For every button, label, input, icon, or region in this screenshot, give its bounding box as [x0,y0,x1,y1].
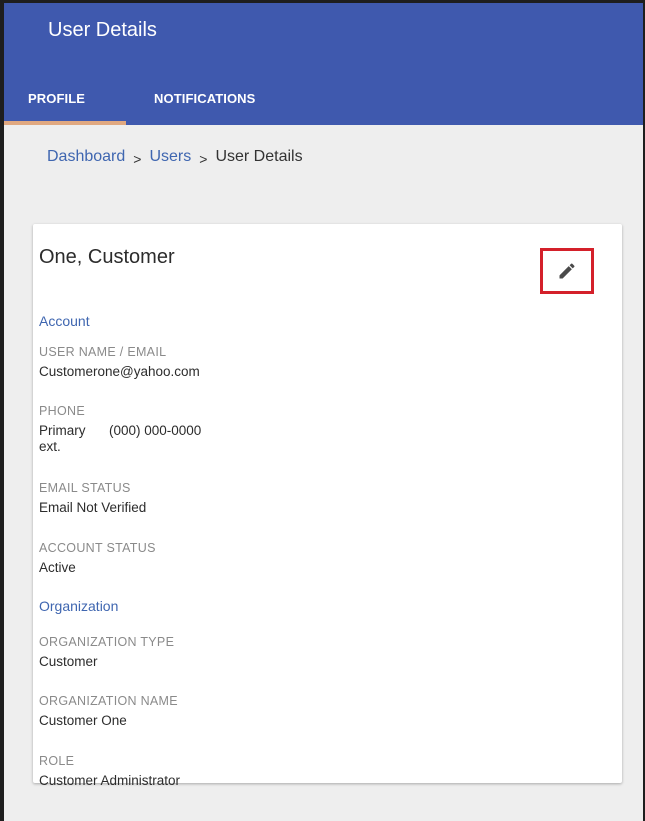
breadcrumb: Dashboard > Users > User Details [47,148,303,167]
breadcrumb-separator-icon: > [133,151,142,167]
app-window: User Details PROFILE NOTIFICATIONS Dashb… [0,0,645,821]
active-tab-indicator [4,121,126,125]
page-title: User Details [48,19,157,41]
phone-type: Primary [39,423,86,438]
breadcrumb-dashboard-link[interactable]: Dashboard [47,148,125,166]
phone-label: PHONE [39,404,85,418]
organization-name-label: ORGANIZATION NAME [39,694,178,708]
username-value: Customerone@yahoo.com [39,364,200,379]
username-label: USER NAME / EMAIL [39,345,167,359]
breadcrumb-separator-icon: > [199,151,208,167]
user-details-card: One, Customer Account USER NAME / EMAIL … [33,224,622,788]
account-status-value: Active [39,560,76,575]
edit-button[interactable] [540,248,594,294]
role-label: ROLE [39,754,75,768]
role-value: Customer Administrator [39,773,181,788]
breadcrumb-current: User Details [215,148,303,165]
user-name-heading: One, Customer [39,246,175,268]
email-status-value: Email Not Verified [39,500,147,515]
tab-notifications[interactable]: NOTIFICATIONS [154,91,255,106]
phone-ext: ext. [39,439,61,454]
organization-section-heading: Organization [39,598,119,614]
breadcrumb-users-link[interactable]: Users [149,148,191,166]
app-bar: User Details PROFILE NOTIFICATIONS [4,3,643,125]
phone-number: (000) 000-0000 [109,423,202,438]
organization-name-value: Customer One [39,713,127,728]
phone-value: Primary (000) 000-0000 ext. [39,423,201,455]
organization-type-label: ORGANIZATION TYPE [39,635,175,649]
organization-type-value: Customer [39,654,98,669]
account-status-label: ACCOUNT STATUS [39,541,156,555]
tab-profile[interactable]: PROFILE [28,91,85,106]
account-section-heading: Account [39,313,90,329]
pencil-icon [559,263,575,279]
email-status-label: EMAIL STATUS [39,481,131,495]
